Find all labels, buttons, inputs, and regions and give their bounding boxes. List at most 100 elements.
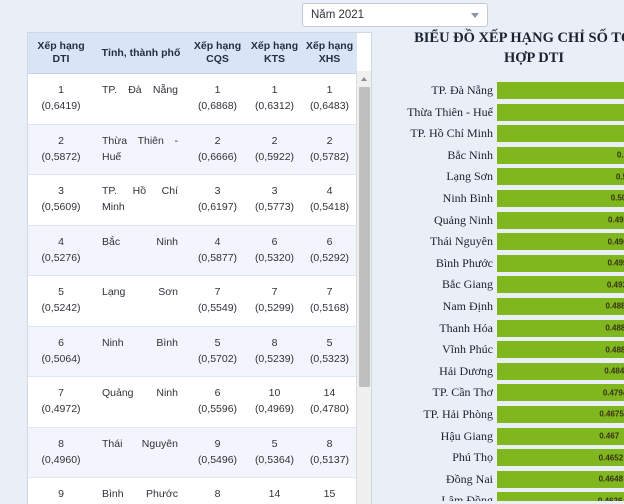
chart-bar-row[interactable]: TP. Cần Thơ0.4794 (404, 382, 624, 404)
cell-dti-rank: 2 (30, 134, 92, 150)
cell-kts: 2(0,5922) (247, 124, 302, 175)
chart-bar-row[interactable]: Phú Thọ0.4652 (404, 447, 624, 469)
chart-bar-row[interactable]: Lâm Đồng0.4626 (404, 490, 624, 501)
cell-cqs-score: (0,5496) (190, 453, 245, 469)
cell-xhs: 14(0,4780) (302, 377, 357, 428)
chart-bar[interactable] (497, 125, 624, 142)
chart-category-label: Thanh Hóa (404, 318, 493, 340)
cell-cqs: 6(0,5596) (188, 377, 247, 428)
cell-kts-score: (0,4969) (249, 402, 300, 418)
cell-kts-rank: 7 (249, 285, 300, 301)
chart-bar-row[interactable]: Bắc Ninh0.5276 (404, 145, 624, 167)
cell-cqs: 8(0,5497) (188, 478, 247, 504)
chart-bar-row[interactable]: Thừa Thiên - Huế0.5872 (404, 102, 624, 124)
chart-bar[interactable] (497, 168, 624, 185)
cell-kts: 8(0,5239) (247, 326, 302, 377)
column-header-kts[interactable]: Xếp hạng KTS (247, 33, 302, 74)
chart-bar[interactable] (497, 255, 624, 272)
table-row[interactable]: 1(0,6419)TP. Đà Nẵng1(0,6868)1(0,6312)1(… (28, 74, 357, 125)
cell-dti: 3(0,5609) (28, 175, 94, 226)
cell-cqs-score: (0,5549) (190, 301, 245, 317)
chart-bar-row[interactable]: Vĩnh Phúc0.488 (404, 339, 624, 361)
table-row[interactable]: 9(0,4954)Bình Phước8(0,5497)14(0,4735)15… (28, 478, 357, 504)
chart-bar-row[interactable]: Bắc Giang0.4933 (404, 274, 624, 296)
chart-bar-row[interactable]: Quảng Ninh0.4972 (404, 210, 624, 232)
cell-dti: 6(0,5064) (28, 326, 94, 377)
cell-kts-rank: 2 (249, 134, 300, 150)
cell-kts-score: (0,6312) (249, 99, 300, 115)
chart-bar[interactable] (497, 212, 624, 229)
cell-cqs-rank: 9 (190, 437, 245, 453)
cell-dti-score: (0,4960) (30, 453, 92, 469)
cell-xhs: 2(0,5782) (302, 124, 357, 175)
cell-xhs: 4(0,5418) (302, 175, 357, 226)
chart-bar-row[interactable]: Lạng Sơn0.5242 (404, 166, 624, 188)
table-row[interactable]: 4(0,5276)Bắc Ninh4(0,5877)6(0,5320)6(0,5… (28, 225, 357, 276)
chart-category-label: Hải Dương (404, 361, 493, 383)
chart-bar-row[interactable]: Nam Định0.4885 (404, 296, 624, 318)
cell-dti-score: (0,5064) (30, 352, 92, 368)
chart-bar-row[interactable]: Ninh Bình0.5064 (404, 188, 624, 210)
table-row[interactable]: 7(0,4972)Quảng Ninh6(0,5596)10(0,4969)14… (28, 377, 357, 428)
table-header: Xếp hạng DTI Tỉnh, thành phố Xếp hạng CQ… (28, 33, 357, 74)
ranking-table: Xếp hạng DTI Tỉnh, thành phố Xếp hạng CQ… (28, 33, 357, 504)
chart-bar-track: 0.5064 (497, 190, 624, 207)
column-header-dti[interactable]: Xếp hạng DTI (28, 33, 94, 74)
cell-xhs-score: (0,5292) (304, 251, 355, 267)
chart-category-label: Thái Nguyên (404, 231, 493, 253)
cell-xhs: 15(0,4747) (302, 478, 357, 504)
chart-bar[interactable] (497, 147, 624, 164)
table-scrollbar[interactable] (356, 71, 371, 504)
cell-cqs: 9(0,5496) (188, 427, 247, 478)
table-row[interactable]: 6(0,5064)Ninh Bình5(0,5702)8(0,5239)5(0,… (28, 326, 357, 377)
chart-bar[interactable] (497, 82, 624, 99)
chart-plot-area: TP. Đà Nẵng0.6419Thừa Thiên - Huế0.5872T… (404, 80, 624, 501)
chart-bar-row[interactable]: Đồng Nai0.4648 (404, 469, 624, 491)
scrollbar-thumb[interactable] (359, 87, 370, 387)
chart-bar-row[interactable]: Bình Phước0.4954 (404, 253, 624, 275)
chart-bar-row[interactable]: TP. Đà Nẵng0.6419 (404, 80, 624, 102)
column-header-name[interactable]: Tỉnh, thành phố (94, 33, 188, 74)
cell-kts: 3(0,5773) (247, 175, 302, 226)
chart-category-label: TP. Hồ Chí Minh (404, 123, 493, 145)
chart-value-label: 0.496 (608, 237, 624, 246)
table-row[interactable]: 3(0,5609)TP. Hồ Chí Minh3(0,6197)3(0,577… (28, 175, 357, 226)
chart-bar[interactable] (497, 190, 624, 207)
chart-value-label: 0.4675 (599, 410, 623, 419)
chart-value-label: 0.4843 (604, 367, 624, 376)
chart-bar[interactable] (497, 276, 624, 293)
chart-bar-track: 0.4933 (497, 276, 624, 293)
cell-xhs-rank: 8 (304, 437, 355, 453)
cell-cqs: 3(0,6197) (188, 175, 247, 226)
cell-dti-score: (0,5276) (30, 251, 92, 267)
chart-category-label: Lạng Sơn (404, 166, 493, 188)
cell-kts-score: (0,5773) (249, 200, 300, 216)
chart-bar-row[interactable]: TP. Hải Phòng 0.4675 (404, 404, 624, 426)
cell-dti-score: (0,5242) (30, 301, 92, 317)
cell-dti: 5(0,5242) (28, 276, 94, 327)
chart-title: BIỂU ĐỒ XẾP HẠNG CHỈ SỐ TỔNG HỢP DTI (404, 29, 624, 68)
chart-bar[interactable] (497, 233, 624, 250)
table-row[interactable]: 8(0,4960)Thái Nguyên9(0,5496)5(0,5364)8(… (28, 427, 357, 478)
table-row[interactable]: 2(0,5872)Thừa Thiên - Huế2(0,6666)2(0,59… (28, 124, 357, 175)
scroll-up-arrow-icon[interactable] (357, 71, 372, 86)
chart-category-label: Hậu Giang (404, 426, 493, 448)
chart-value-label: 0.4885 (605, 302, 624, 311)
cell-dti: 1(0,6419) (28, 74, 94, 125)
column-header-xhs[interactable]: Xếp hạng XHS (302, 33, 357, 74)
cell-kts-score: (0,5299) (249, 301, 300, 317)
chart-bar-row[interactable]: Thanh Hóa0.488 (404, 318, 624, 340)
chart-bar-row[interactable]: TP. Hồ Chí Minh0.5609 (404, 123, 624, 145)
table-row[interactable]: 5(0,5242)Lạng Sơn7(0,5549)7(0,5299)7(0,5… (28, 276, 357, 327)
chart-bar-row[interactable]: Hậu Giang0.467 (404, 426, 624, 448)
column-header-cqs[interactable]: Xếp hạng CQS (188, 33, 247, 74)
chart-bar[interactable] (497, 104, 624, 121)
chart-bar-track: 0.488 (497, 320, 624, 337)
chart-bar-row[interactable]: Hải Dương 0.4843 (404, 361, 624, 383)
cell-dti-rank: 7 (30, 386, 92, 402)
cell-kts-rank: 5 (249, 437, 300, 453)
chart-bar-row[interactable]: Thái Nguyên 0.496 (404, 231, 624, 253)
cell-xhs: 1(0,6483) (302, 74, 357, 125)
chart-category-label: TP. Hải Phòng (404, 404, 493, 426)
cell-xhs-score: (0,5323) (304, 352, 355, 368)
